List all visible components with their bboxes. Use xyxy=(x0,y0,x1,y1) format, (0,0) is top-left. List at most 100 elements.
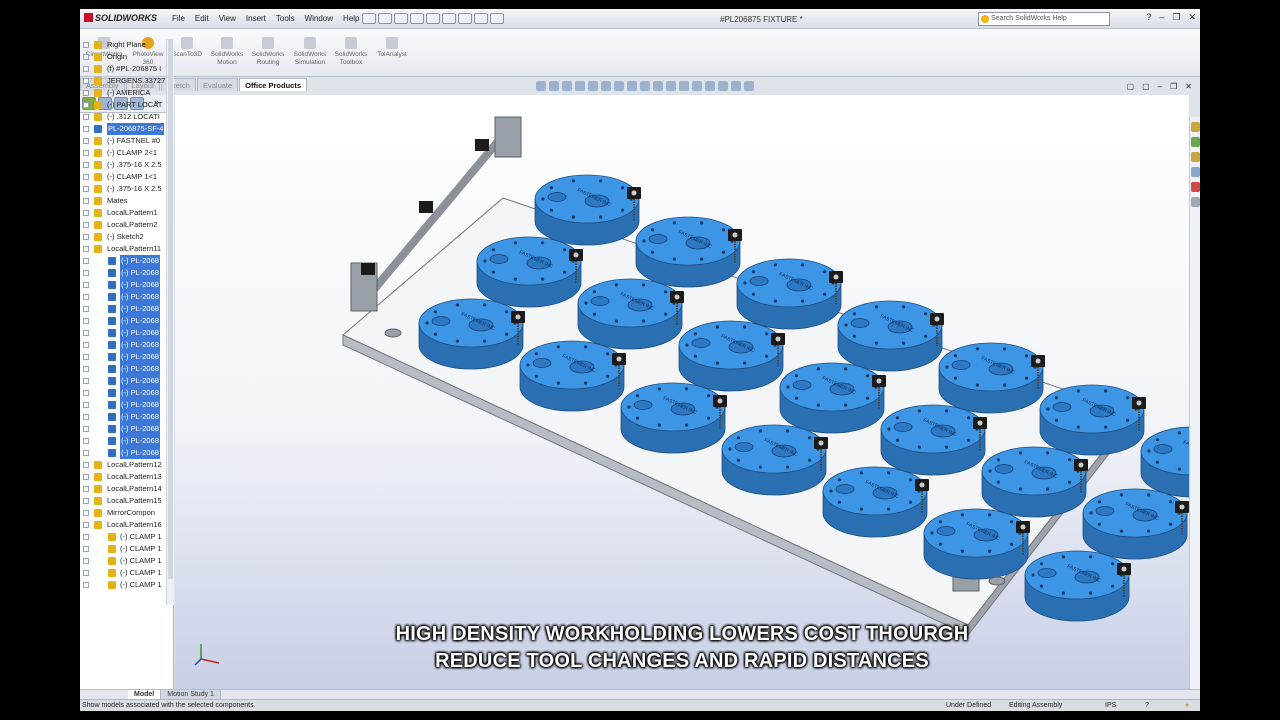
expand-toggle-icon[interactable] xyxy=(83,198,89,204)
rebuild-icon[interactable] xyxy=(458,13,472,24)
tree-item[interactable]: Right Plane xyxy=(80,39,166,51)
tree-item[interactable]: (-) PL-2068 xyxy=(80,291,166,303)
expand-toggle-icon[interactable] xyxy=(83,150,89,156)
menu-tools[interactable]: Tools xyxy=(276,14,295,23)
tab-office-products[interactable]: Office Products xyxy=(239,78,308,91)
expand-toggle-icon[interactable] xyxy=(83,354,89,360)
expand-toggle-icon[interactable] xyxy=(83,426,89,432)
expand-toggle-icon[interactable] xyxy=(83,450,89,456)
realview-icon[interactable] xyxy=(718,81,728,91)
tree-item[interactable]: (-) FASTNEL #0 xyxy=(80,135,166,147)
menu-help[interactable]: Help xyxy=(343,14,359,23)
tree-item[interactable]: (-) CLAMP 1 xyxy=(80,531,166,543)
help-search-input[interactable]: Search SolidWorks Help xyxy=(978,12,1110,26)
solidworks-resources-icon[interactable] xyxy=(1191,122,1200,132)
expand-toggle-icon[interactable] xyxy=(83,294,89,300)
viewport-restore-icon[interactable]: ❐ xyxy=(1170,82,1177,91)
tree-item[interactable]: Mates xyxy=(80,195,166,207)
print-icon[interactable] xyxy=(410,13,424,24)
file-properties-icon[interactable] xyxy=(474,13,488,24)
expand-toggle-icon[interactable] xyxy=(83,222,89,228)
expand-toggle-icon[interactable] xyxy=(83,390,89,396)
expand-toggle-icon[interactable] xyxy=(83,342,89,348)
zoom-to-area-icon[interactable] xyxy=(549,81,559,91)
tool-solidworks-toolbox[interactable]: SolidWorks Toolbox xyxy=(329,37,373,67)
options-icon[interactable] xyxy=(490,13,504,24)
zoom-to-fit-icon[interactable] xyxy=(536,81,546,91)
viewport-close-icon[interactable]: ✕ xyxy=(1185,82,1192,91)
menu-window[interactable]: Window xyxy=(305,14,333,23)
expand-toggle-icon[interactable] xyxy=(83,42,89,48)
undo-icon[interactable] xyxy=(426,13,440,24)
expand-toggle-icon[interactable] xyxy=(83,114,89,120)
expand-toggle-icon[interactable] xyxy=(83,414,89,420)
help-question-icon[interactable]: ? xyxy=(1146,12,1151,23)
previous-view-icon[interactable] xyxy=(562,81,572,91)
expand-toggle-icon[interactable] xyxy=(83,258,89,264)
file-explorer-icon[interactable] xyxy=(1191,152,1200,162)
expand-toggle-icon[interactable] xyxy=(83,138,89,144)
tree-item[interactable]: (-) AMERICA xyxy=(80,87,166,99)
expand-toggle-icon[interactable] xyxy=(83,90,89,96)
monitor-icon[interactable] xyxy=(744,81,754,91)
expand-toggle-icon[interactable] xyxy=(83,462,89,468)
menu-edit[interactable]: Edit xyxy=(195,14,209,23)
status-help-icon[interactable]: ? xyxy=(1145,700,1149,711)
tool-solidworks-motion[interactable]: SolidWorks Motion xyxy=(205,37,249,67)
section-view-icon[interactable] xyxy=(575,81,585,91)
expand-toggle-icon[interactable] xyxy=(83,558,89,564)
appearance-sphere-icon[interactable] xyxy=(731,81,741,91)
viewport-minimize-icon[interactable]: ‒ xyxy=(1158,82,1162,91)
view-palette-icon[interactable] xyxy=(1191,167,1200,177)
viewport-tile2-icon[interactable]: ▢ xyxy=(1142,82,1150,91)
cartoon-icon[interactable] xyxy=(705,81,715,91)
view-settings-icon[interactable] xyxy=(653,81,663,91)
tree-item[interactable]: (-) CLAMP 2<1 xyxy=(80,147,166,159)
tree-item[interactable]: (-) PL-2068 xyxy=(80,267,166,279)
expand-toggle-icon[interactable] xyxy=(83,282,89,288)
expand-toggle-icon[interactable] xyxy=(83,102,89,108)
tree-item[interactable]: (-) PL-2068 xyxy=(80,315,166,327)
custom-properties-icon[interactable] xyxy=(1191,197,1200,207)
shadows-icon[interactable] xyxy=(679,81,689,91)
expand-toggle-icon[interactable] xyxy=(83,378,89,384)
tree-item[interactable]: LocalLPattern2 xyxy=(80,219,166,231)
display-style-icon[interactable] xyxy=(601,81,611,91)
open-folder-icon[interactable] xyxy=(378,13,392,24)
tree-item[interactable]: LocalLPattern16 xyxy=(80,519,166,531)
expand-toggle-icon[interactable] xyxy=(83,234,89,240)
tree-item[interactable]: (-) PL-2068 xyxy=(80,327,166,339)
expand-toggle-icon[interactable] xyxy=(83,510,89,516)
perspective-icon[interactable] xyxy=(692,81,702,91)
tree-item[interactable]: (-) Sketch2 xyxy=(80,231,166,243)
tree-item[interactable]: (-) PL-2068 xyxy=(80,351,166,363)
expand-toggle-icon[interactable] xyxy=(83,498,89,504)
expand-toggle-icon[interactable] xyxy=(83,174,89,180)
tree-item[interactable]: (-) PL-2068 xyxy=(80,255,166,267)
tree-item[interactable]: (-) PL-2068 xyxy=(80,363,166,375)
expand-toggle-icon[interactable] xyxy=(83,366,89,372)
tool-tolanalyst[interactable]: TolAnalyst xyxy=(370,37,414,59)
tree-item[interactable]: (f) #PL-206875 I xyxy=(80,63,166,75)
new-document-icon[interactable] xyxy=(362,13,376,24)
tree-item[interactable]: (-) PL-2068 xyxy=(80,375,166,387)
restore-icon[interactable]: ❐ xyxy=(1172,12,1180,23)
tab-model[interactable]: Model xyxy=(128,690,162,699)
hide-show-items-icon[interactable] xyxy=(614,81,624,91)
select-arrow-icon[interactable] xyxy=(442,13,456,24)
expand-toggle-icon[interactable] xyxy=(83,438,89,444)
expand-toggle-icon[interactable] xyxy=(83,210,89,216)
expand-toggle-icon[interactable] xyxy=(83,330,89,336)
tree-item[interactable]: (-) PL-2068 xyxy=(80,435,166,447)
menu-file[interactable]: File xyxy=(172,14,185,23)
tree-item[interactable]: (-) .312 LOCATI xyxy=(80,111,166,123)
tree-item[interactable]: Origin xyxy=(80,51,166,63)
tree-item[interactable]: (-) PL-2068 xyxy=(80,339,166,351)
tree-item[interactable]: LocalLPattern13 xyxy=(80,471,166,483)
feature-tree-scrollbar[interactable] xyxy=(166,39,174,605)
solidworks-logo[interactable]: SOLIDWORKS xyxy=(84,13,157,23)
expand-toggle-icon[interactable] xyxy=(83,402,89,408)
status-rebuild-icon[interactable]: ● xyxy=(1185,700,1189,711)
fixture-model[interactable]: FASTENER INCFASTENER INCFASTENER INCFAST… xyxy=(175,95,1189,691)
expand-toggle-icon[interactable] xyxy=(83,78,89,84)
